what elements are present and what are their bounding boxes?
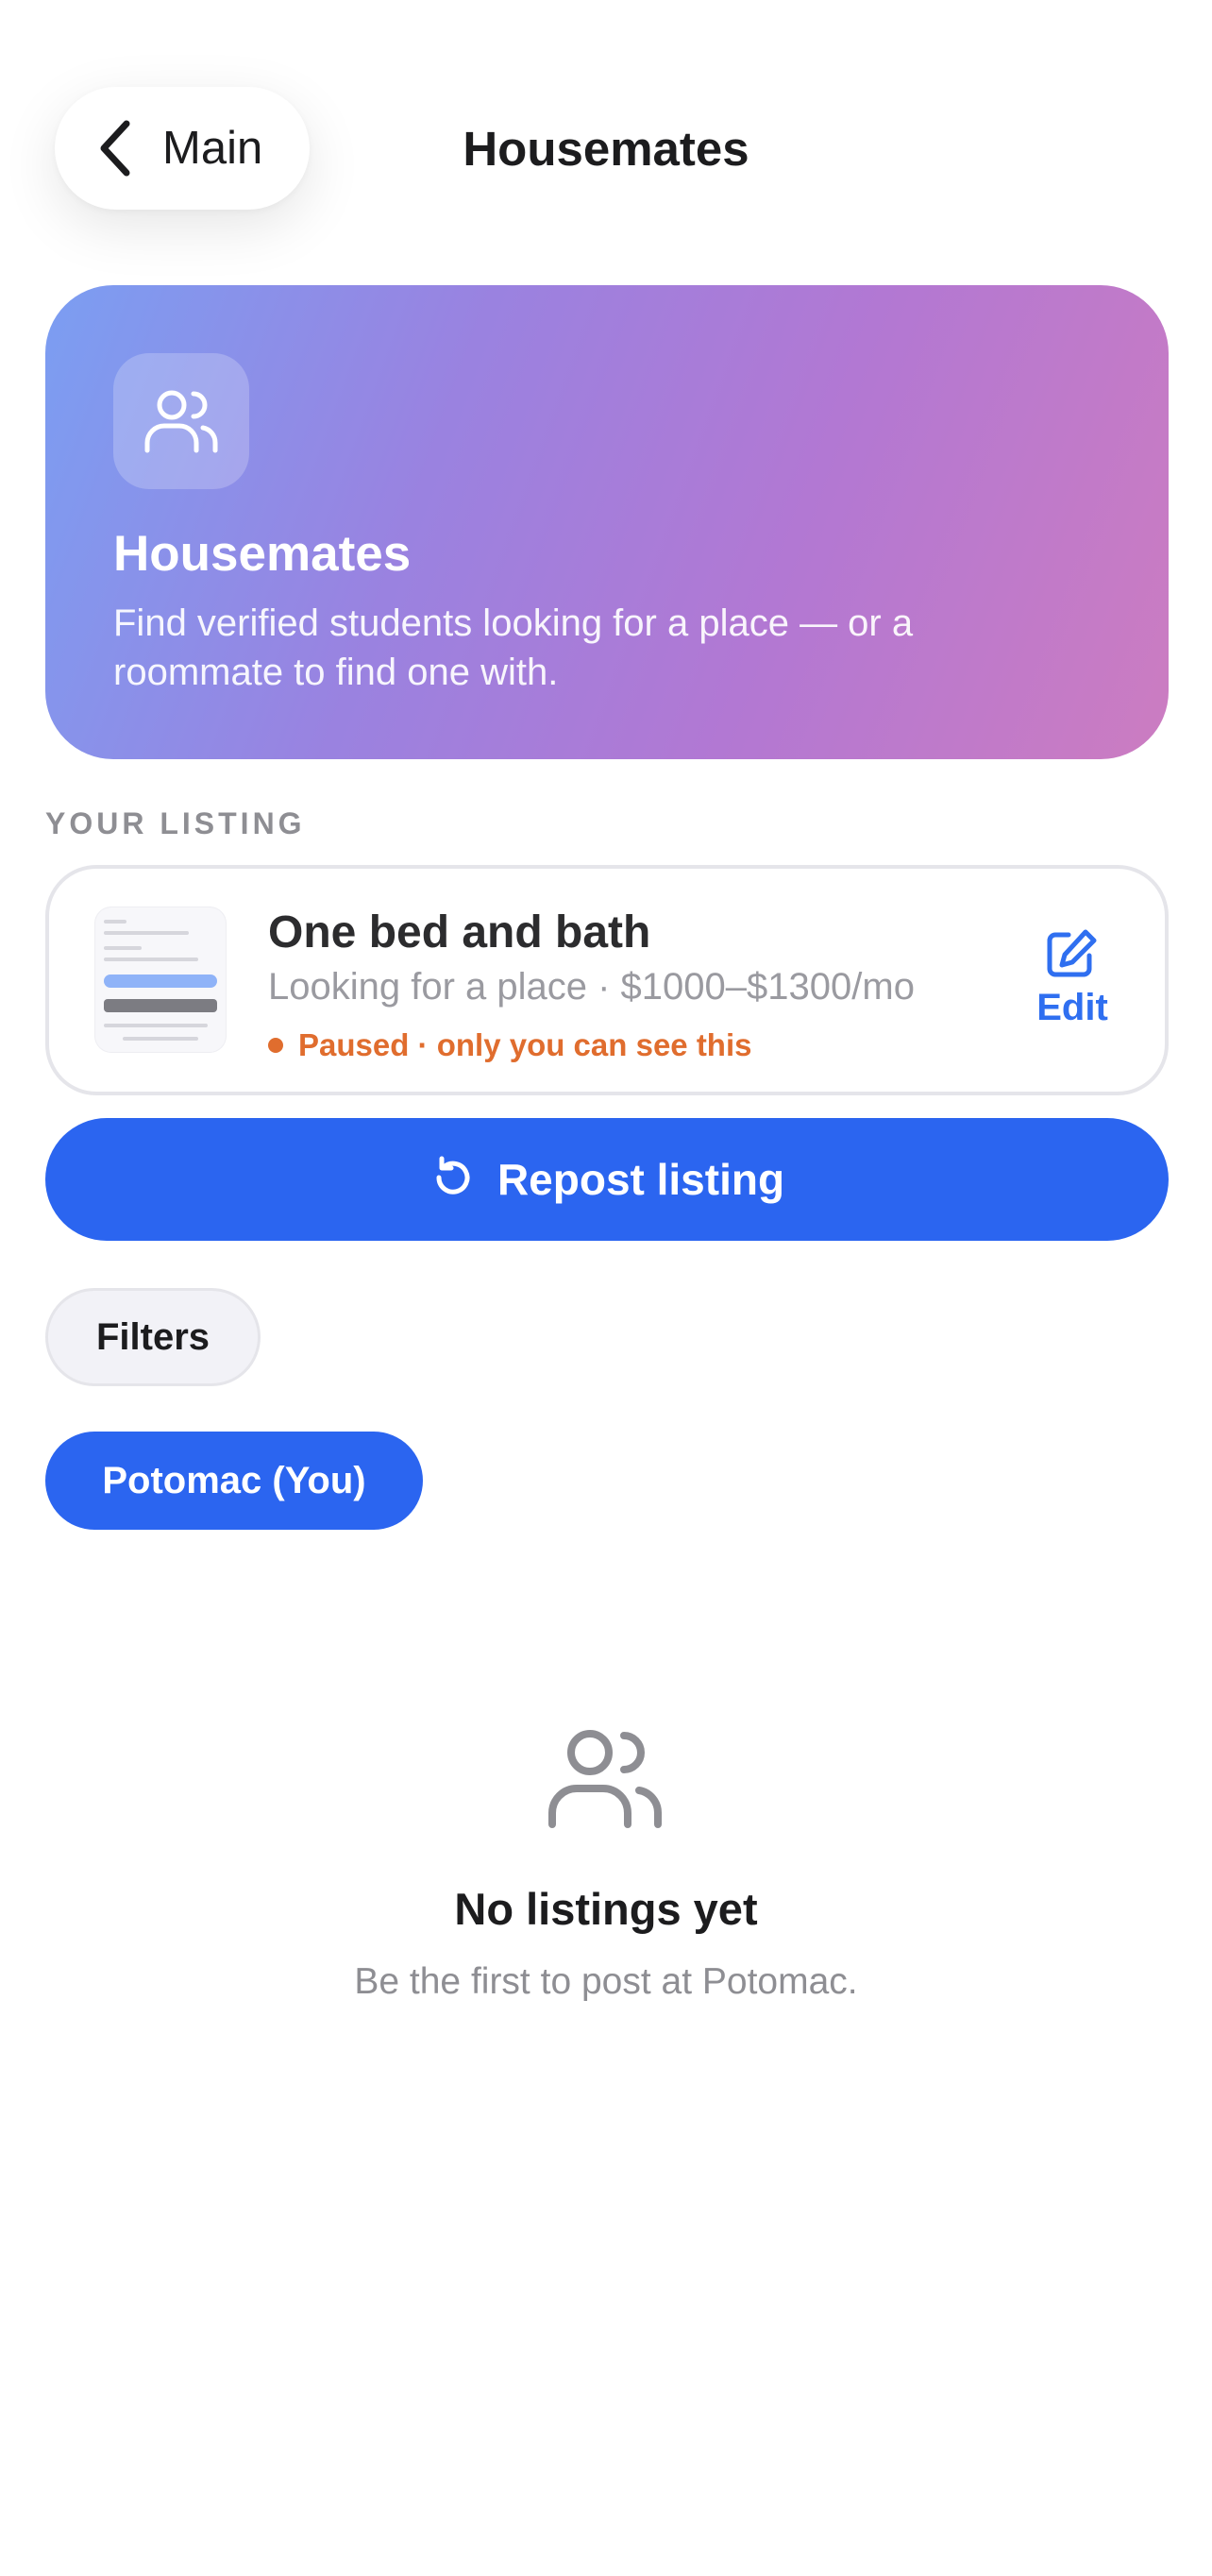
listing-status: Paused · only you can see this [268,1027,751,1063]
listing-card[interactable]: One bed and bath Looking for a place · $… [45,865,1169,1095]
listing-status-text: Paused · only you can see this [298,1027,752,1062]
repost-label: Repost listing [497,1155,785,1204]
people-icon [545,1726,667,1830]
hero-title: Housemates [113,526,412,582]
empty-state: No listings yet Be the first to post at … [0,1726,1212,2003]
listing-meta: Looking for a place · $1000–$1300/mo [268,966,915,1008]
school-filter-chip[interactable]: Potomac (You) [45,1432,423,1530]
edit-label: Edit [1036,987,1108,1028]
page-title: Housemates [463,122,749,176]
nav-bar: Main Housemates [0,0,1212,283]
empty-state-title: No listings yet [454,1884,758,1934]
listing-title: One bed and bath [268,907,651,958]
empty-state-subtitle: Be the first to post at Potomac. [354,1961,858,2002]
refresh-icon [429,1155,475,1205]
hero-subtitle: Find verified students looking for a pla… [113,602,914,694]
listing-thumbnail [94,907,227,1053]
edit-icon [1046,927,1099,983]
repost-listing-button[interactable]: Repost listing [45,1118,1169,1241]
status-dot-icon [268,1038,283,1053]
section-label-your-listing: YOUR LISTING [45,806,306,840]
edit-button[interactable]: Edit [1025,927,1119,1031]
hero-card: Housemates Find verified students lookin… [45,285,1169,759]
people-icon [113,353,249,489]
filters-button[interactable]: Filters [45,1288,261,1386]
